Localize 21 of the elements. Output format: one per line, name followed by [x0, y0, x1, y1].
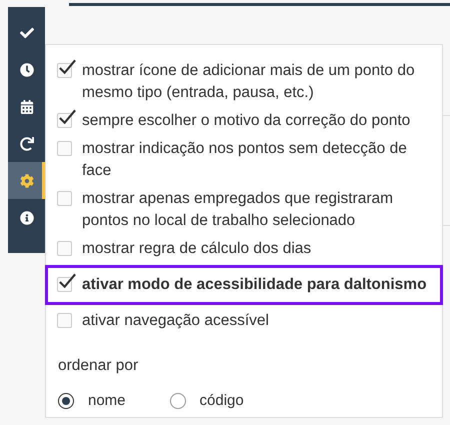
checkbox[interactable]: [57, 272, 78, 292]
checkbox[interactable]: [57, 108, 78, 128]
option-label: mostrar regra de cálculo dos dias: [82, 239, 312, 259]
check-icon: [20, 26, 34, 40]
checkbox[interactable]: [57, 58, 78, 78]
settings-icon: [20, 174, 34, 188]
calendar-icon: [20, 100, 34, 114]
option-label: ativar modo de acessibilidade para daltonismo: [82, 275, 427, 295]
option-label: mostrar indicação nos pontos sem detecção de face: [82, 139, 408, 181]
option-label: sempre escolher o motivo da correção do ponto: [82, 111, 410, 131]
radio-button[interactable]: [58, 392, 74, 408]
clock-icon: [20, 62, 34, 76]
radio-label: nome: [88, 392, 126, 409]
refresh-icon: [20, 136, 34, 150]
sort-label: ordenar por: [58, 357, 140, 375]
option-label: mostrar ícone de adicionar mais de um ponto do mesmo tipo (entrada, pausa, etc.): [82, 61, 416, 103]
info-icon: [20, 210, 34, 224]
option-label: mostrar apenas empregados que registraram pontos no local de trabalho selecionado: [82, 189, 394, 231]
radio-label: código: [200, 392, 244, 409]
radio-button[interactable]: [170, 392, 186, 408]
option-label: ativar navegação acessível: [82, 311, 269, 331]
